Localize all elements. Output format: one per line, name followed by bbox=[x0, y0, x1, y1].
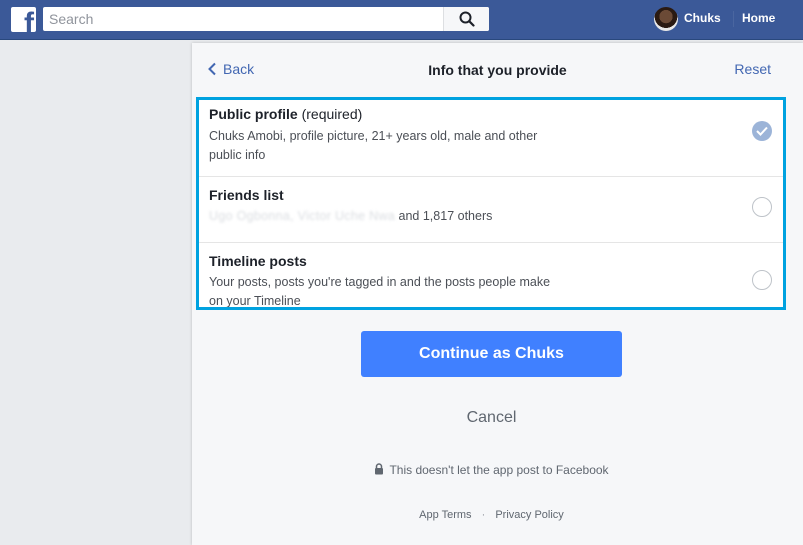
permission-public-profile: Public profile (required) Chuks Amobi, p… bbox=[199, 100, 783, 177]
top-navigation-bar: f Chuks Home bbox=[0, 0, 803, 40]
dialog-title: Info that you provide bbox=[428, 62, 567, 78]
search-input[interactable] bbox=[43, 7, 449, 31]
permission-timeline-posts: Timeline posts Your posts, posts you're … bbox=[199, 243, 783, 308]
facebook-logo-icon[interactable]: f bbox=[11, 7, 36, 32]
cancel-button[interactable]: Cancel bbox=[192, 409, 791, 427]
permission-description: Ugo Ogbonna, Victor Uche Nwa and 1,817 o… bbox=[209, 207, 609, 226]
dialog-footer: App Terms · Privacy Policy bbox=[192, 509, 791, 521]
permission-friends-list: Friends list Ugo Ogbonna, Victor Uche Nw… bbox=[199, 177, 783, 243]
search-icon bbox=[459, 11, 475, 27]
checkmark-icon bbox=[756, 126, 768, 136]
permission-description: Your posts, posts you're tagged in and t… bbox=[209, 275, 551, 308]
permission-description: Chuks Amobi, profile picture, 21+ years … bbox=[209, 129, 538, 162]
required-label: (required) bbox=[301, 106, 363, 122]
footer-separator: · bbox=[481, 509, 486, 521]
permission-checkbox-friends-list[interactable] bbox=[752, 197, 772, 217]
privacy-policy-link[interactable]: Privacy Policy bbox=[495, 509, 563, 521]
no-post-notice: This doesn't let the app post to Faceboo… bbox=[192, 463, 791, 477]
blurred-friend-names: Ugo Ogbonna, Victor Uche Nwa bbox=[209, 209, 396, 223]
avatar bbox=[654, 7, 678, 31]
dialog-header: Back Info that you provide Reset bbox=[192, 43, 803, 95]
permission-title: Friends list bbox=[209, 187, 284, 203]
permissions-list: Public profile (required) Chuks Amobi, p… bbox=[196, 97, 786, 310]
permission-title: Timeline posts bbox=[209, 253, 307, 269]
continue-button[interactable]: Continue as Chuks bbox=[361, 331, 622, 377]
search-button[interactable] bbox=[443, 7, 489, 31]
user-name: Chuks bbox=[684, 11, 721, 25]
lock-icon bbox=[375, 463, 384, 475]
search-box bbox=[43, 7, 489, 31]
permission-title: Public profile (required) bbox=[209, 106, 363, 122]
permissions-dialog: Back Info that you provide Reset Public … bbox=[192, 43, 803, 545]
permission-checkbox-timeline-posts[interactable] bbox=[752, 270, 772, 290]
reset-button[interactable]: Reset bbox=[734, 61, 771, 77]
friends-count-text: and 1,817 others bbox=[398, 209, 493, 223]
no-post-text: This doesn't let the app post to Faceboo… bbox=[389, 463, 609, 477]
permission-checkbox-public-profile[interactable] bbox=[752, 121, 772, 141]
home-link[interactable]: Home bbox=[742, 11, 775, 25]
nav-divider bbox=[733, 11, 734, 27]
app-terms-link[interactable]: App Terms bbox=[419, 509, 471, 521]
